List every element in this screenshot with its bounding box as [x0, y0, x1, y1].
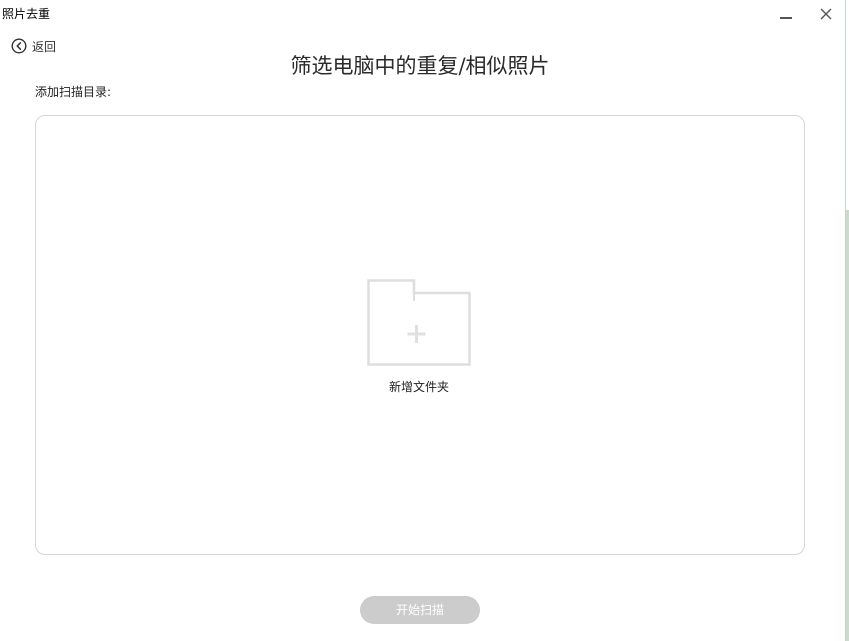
start-scan-button[interactable]: 开始扫描: [360, 596, 480, 624]
page-title: 筛选电脑中的重复/相似照片: [290, 54, 550, 78]
add-folder-button[interactable]: 新增文件夹: [349, 279, 489, 401]
close-button[interactable]: [813, 2, 839, 26]
minimize-button[interactable]: [773, 2, 799, 26]
folder-plus-icon: [367, 279, 471, 366]
window-title: 照片去重: [2, 7, 51, 21]
add-folder-label: 新增文件夹: [388, 380, 449, 394]
scan-directory-label: 添加扫描目录:: [35, 85, 112, 99]
minimize-icon: [780, 17, 792, 19]
close-icon: [820, 8, 832, 20]
window-right-edge: [845, 0, 849, 641]
